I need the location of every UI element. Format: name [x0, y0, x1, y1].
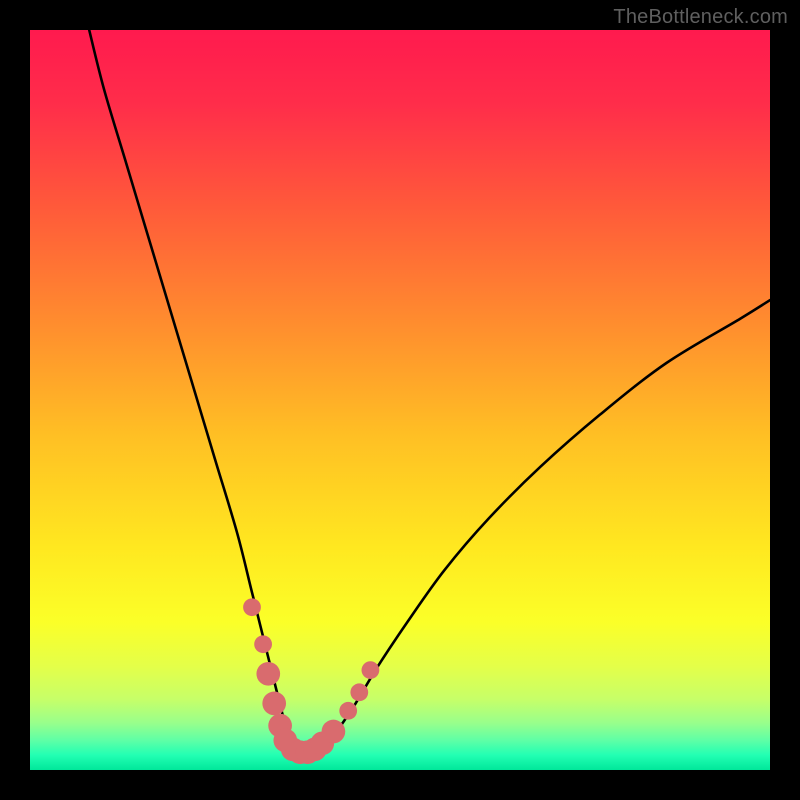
chart-frame: TheBottleneck.com: [0, 0, 800, 800]
data-marker: [339, 702, 357, 720]
data-marker: [262, 692, 286, 716]
plot-area: [30, 30, 770, 770]
data-marker: [254, 635, 272, 653]
data-marker: [322, 720, 346, 744]
attribution-text: TheBottleneck.com: [613, 6, 788, 29]
data-marker: [243, 598, 261, 616]
chart-svg: [30, 30, 770, 770]
bottleneck-curve: [89, 30, 770, 754]
data-marker: [256, 662, 280, 686]
data-marker: [362, 661, 380, 679]
data-marker: [350, 683, 368, 701]
data-markers: [243, 598, 379, 764]
